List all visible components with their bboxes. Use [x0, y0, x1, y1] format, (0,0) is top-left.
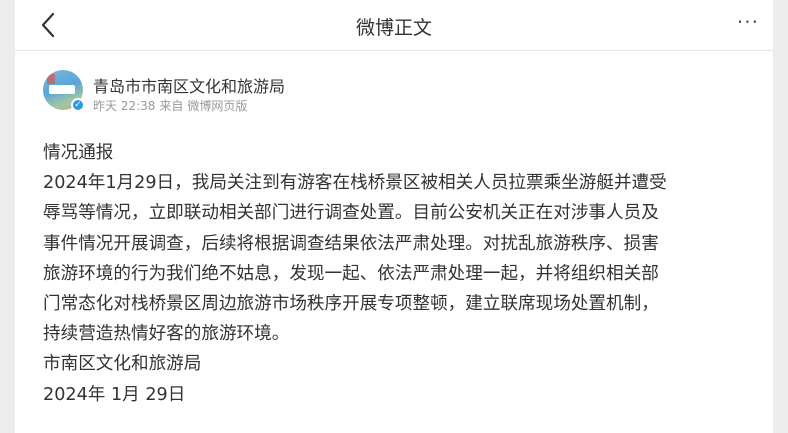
- post-author: ✓ 青岛市市南区文化和旅游局 昨天 22:38 来自 微博网页版: [43, 70, 743, 116]
- verified-check-icon: ✓: [71, 98, 85, 112]
- avatar-building-shape: [47, 74, 55, 84]
- post-content: 情况通报 2024年1月29日，我局关注到有游客在栈桥景区被相关人员拉票乘坐游艇…: [43, 138, 755, 410]
- post-line: 持续营造热情好客的旅游环境。: [43, 324, 290, 345]
- page-title: 微博正文: [355, 17, 432, 39]
- top-navigation-bar: 微博正文 ···: [15, 0, 773, 51]
- weibo-detail-page: 微博正文 ··· ✓ 青岛市市南区文化和旅游局 昨天 22:38 来自 微博网页版 …: [15, 0, 773, 433]
- post-line: 2024年1月29日，我局关注到有游客在栈桥景区被相关人员拉票乘坐游艇并遭受: [43, 173, 667, 194]
- more-options-icon[interactable]: ···: [737, 10, 759, 34]
- post-line: 事件情况开展调查，后续将根据调查结果依法严肃处理。对扰乱旅游秩序、损害: [43, 233, 659, 254]
- post-meta: 昨天 22:38 来自 微博网页版: [93, 97, 251, 114]
- post-line: 2024年 1月 29日: [43, 384, 186, 405]
- post-line: 旅游环境的行为我们绝不姑息，发现一起、依法严肃处理一起，并将组织相关部: [43, 263, 659, 284]
- post-line: 市南区文化和旅游局: [43, 354, 202, 375]
- author-name[interactable]: 青岛市市南区文化和旅游局: [93, 73, 285, 97]
- post-line: 门常态化对栈桥景区周边旅游市场秩序开展专项整顿，建立联席现场处置机制，: [43, 294, 659, 315]
- post-source[interactable]: 微博网页版: [187, 99, 247, 113]
- post-line: 辱骂等情况，立即联动相关部门进行调查处置。目前公安机关正在对涉事人员及: [43, 203, 659, 224]
- avatar-label-shape: [49, 85, 75, 94]
- post-line: 情况通报: [43, 143, 114, 163]
- source-prefix: 来自: [159, 99, 184, 113]
- post-time: 昨天 22:38: [93, 99, 156, 113]
